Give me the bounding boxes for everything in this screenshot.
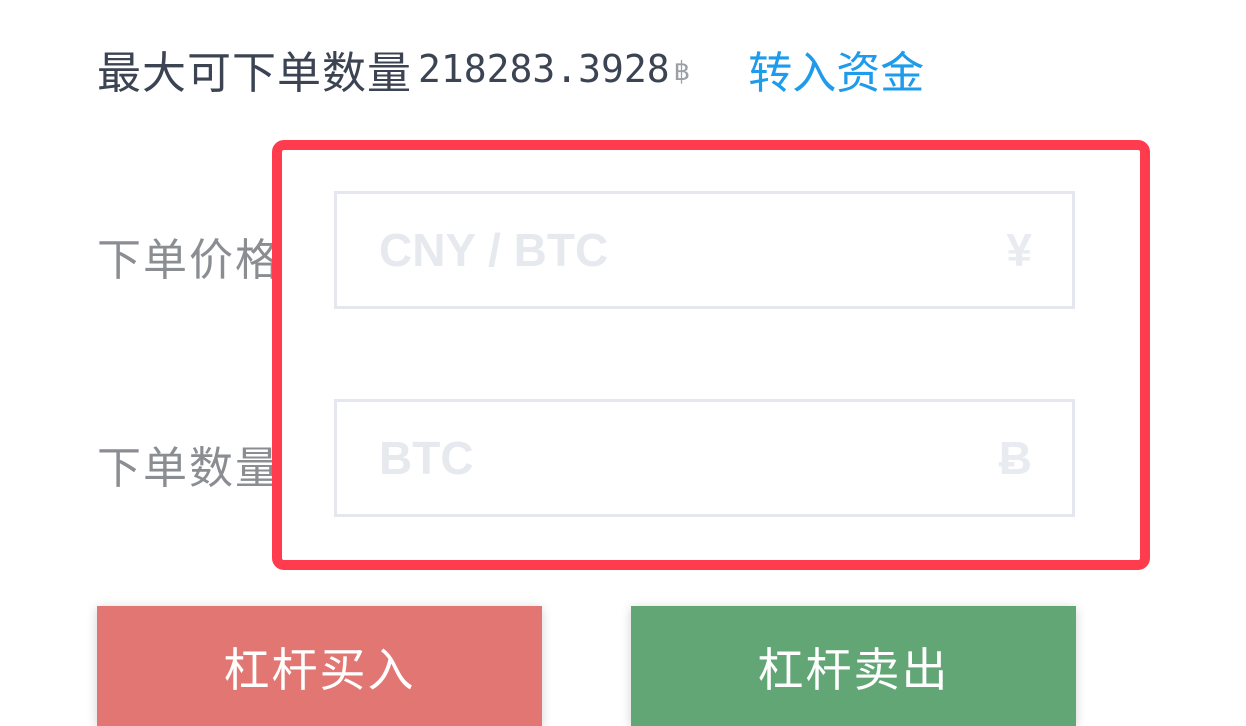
order-quantity-field[interactable]: Ƀ <box>334 399 1075 517</box>
max-order-row: 最大可下单数量 218283.3928 ฿ 转入资金 <box>97 38 924 100</box>
transfer-funds-link[interactable]: 转入资金 <box>748 37 924 101</box>
baht-sign-icon: ฿ <box>673 57 691 87</box>
order-price-label: 下单价格 <box>97 235 281 286</box>
order-price-field[interactable]: ¥ <box>334 191 1075 309</box>
yen-sign-icon: ¥ <box>1006 224 1032 276</box>
max-order-value: 218283.3928 <box>418 47 670 91</box>
max-order-label: 最大可下单数量 <box>97 48 412 99</box>
leverage-buy-button[interactable]: 杠杆买入 <box>97 606 542 726</box>
leverage-sell-button[interactable]: 杠杆卖出 <box>631 606 1076 726</box>
leverage-buy-label: 杠杆买入 <box>223 643 416 697</box>
bitcoin-sign-icon: Ƀ <box>998 432 1032 484</box>
order-quantity-input[interactable] <box>337 402 957 514</box>
order-quantity-label: 下单数量 <box>97 443 281 494</box>
order-price-input[interactable] <box>337 194 957 306</box>
leverage-sell-label: 杠杆卖出 <box>757 643 950 697</box>
